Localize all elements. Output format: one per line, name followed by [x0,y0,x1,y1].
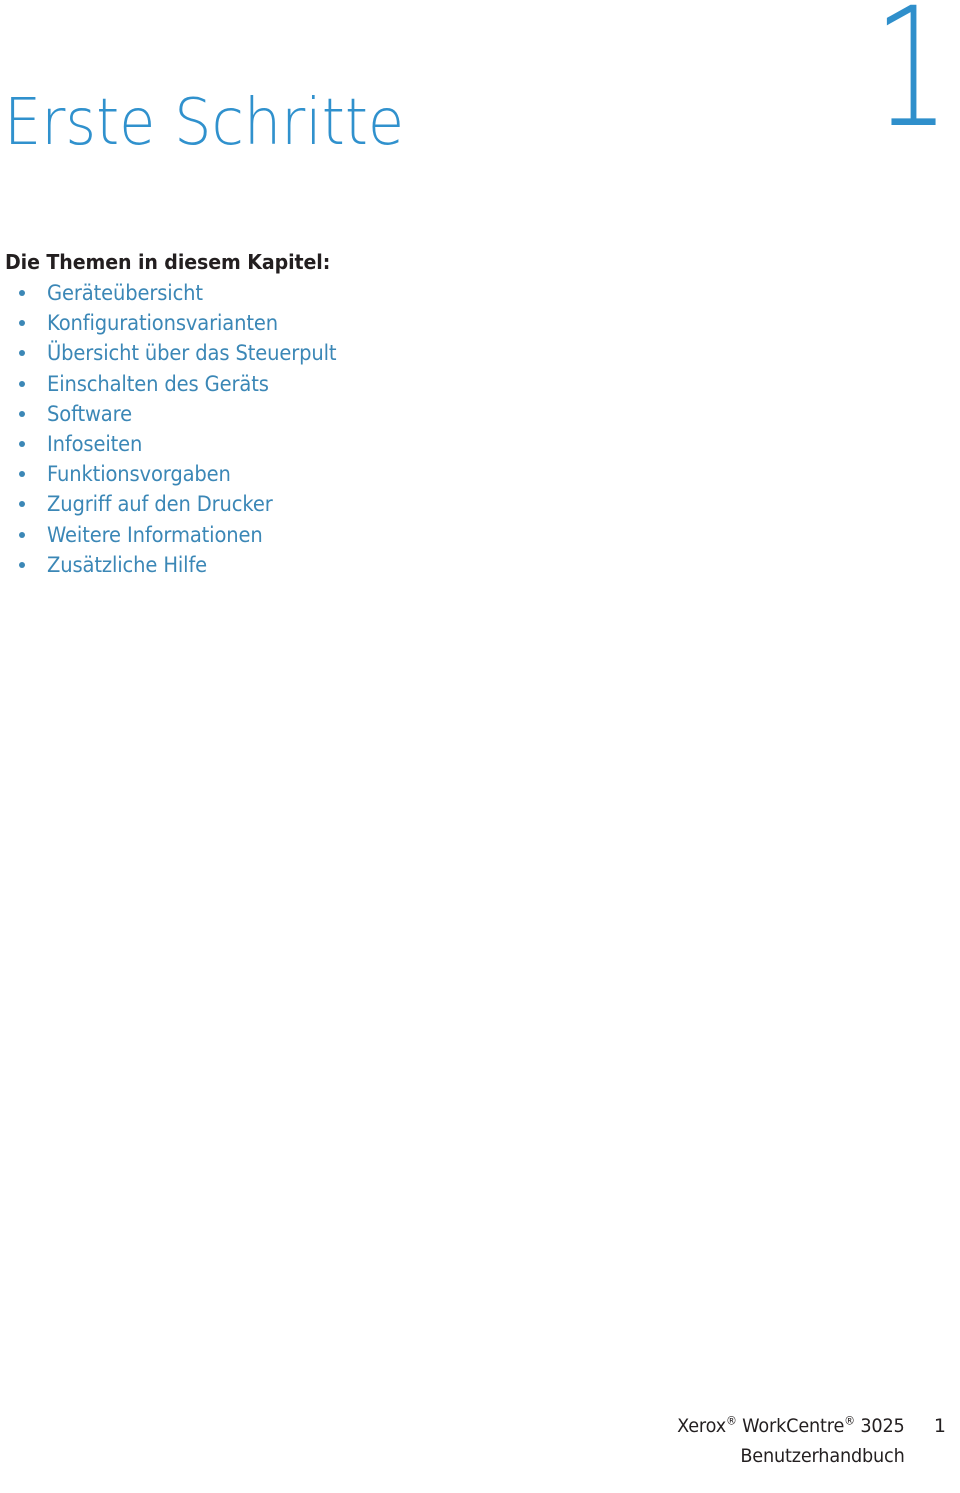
list-item[interactable]: Funktionsvorgaben [0,460,620,490]
list-item[interactable]: Konfigurationsvarianten [0,309,620,339]
list-item-label: Infoseiten [47,431,143,456]
registered-mark-icon: ® [844,1413,856,1428]
list-item-label: Software [47,401,132,426]
footer-product-family: WorkCentre [742,1415,845,1437]
bullet-icon [19,350,25,357]
bullet-icon [19,290,25,296]
bullet-icon [19,410,25,417]
list-item-label: Weitere Informationen [47,522,263,547]
list-item[interactable]: Zusätzliche Hilfe [0,551,620,581]
page-title: Erste Schritte [4,85,405,160]
bullet-icon [19,561,25,568]
list-item-label: Zusätzliche Hilfe [47,552,208,577]
topics-heading: Die Themen in diesem Kapitel: [5,250,331,274]
topic-list: Geräteübersicht Konfigurationsvarianten … [0,279,620,581]
bullet-icon [19,531,25,538]
footer-brand: Xerox [677,1415,727,1437]
bullet-icon [19,380,25,387]
list-item[interactable]: Zugriff auf den Drucker [0,490,620,520]
list-item[interactable]: Software [0,400,620,430]
list-item[interactable]: Übersicht über das Steuerpult [0,339,620,369]
registered-mark-icon: ® [726,1413,738,1428]
list-item-label: Einschalten des Geräts [47,371,269,396]
list-item-label: Funktionsvorgaben [47,462,231,487]
chapter-number: 1 [873,0,950,164]
list-item[interactable]: Weitere Informationen [0,521,620,551]
list-item-label: Geräteübersicht [47,281,203,305]
list-item-label: Konfigurationsvarianten [47,311,279,336]
bullet-icon [19,501,25,508]
list-item[interactable]: Einschalten des Geräts [0,370,620,400]
bullet-icon [19,440,25,447]
list-item[interactable]: Infoseiten [0,430,620,460]
bullet-icon [19,471,25,478]
document-page: 1 Erste Schritte Die Themen in diesem Ka… [0,0,960,1493]
list-item[interactable]: Geräteübersicht [0,279,620,309]
list-item-label: Übersicht über das Steuerpult [47,341,337,366]
bullet-icon [19,320,25,327]
page-footer: Xerox® WorkCentre® 3025 Benutzerhandbuch [660,1411,906,1471]
footer-document-type: Benutzerhandbuch [740,1445,905,1467]
footer-product-model: 3025 [860,1415,905,1437]
footer-product-line: Xerox® WorkCentre® 3025 [677,1411,906,1441]
page-number: 1 [933,1415,946,1437]
list-item-label: Zugriff auf den Drucker [47,492,273,517]
